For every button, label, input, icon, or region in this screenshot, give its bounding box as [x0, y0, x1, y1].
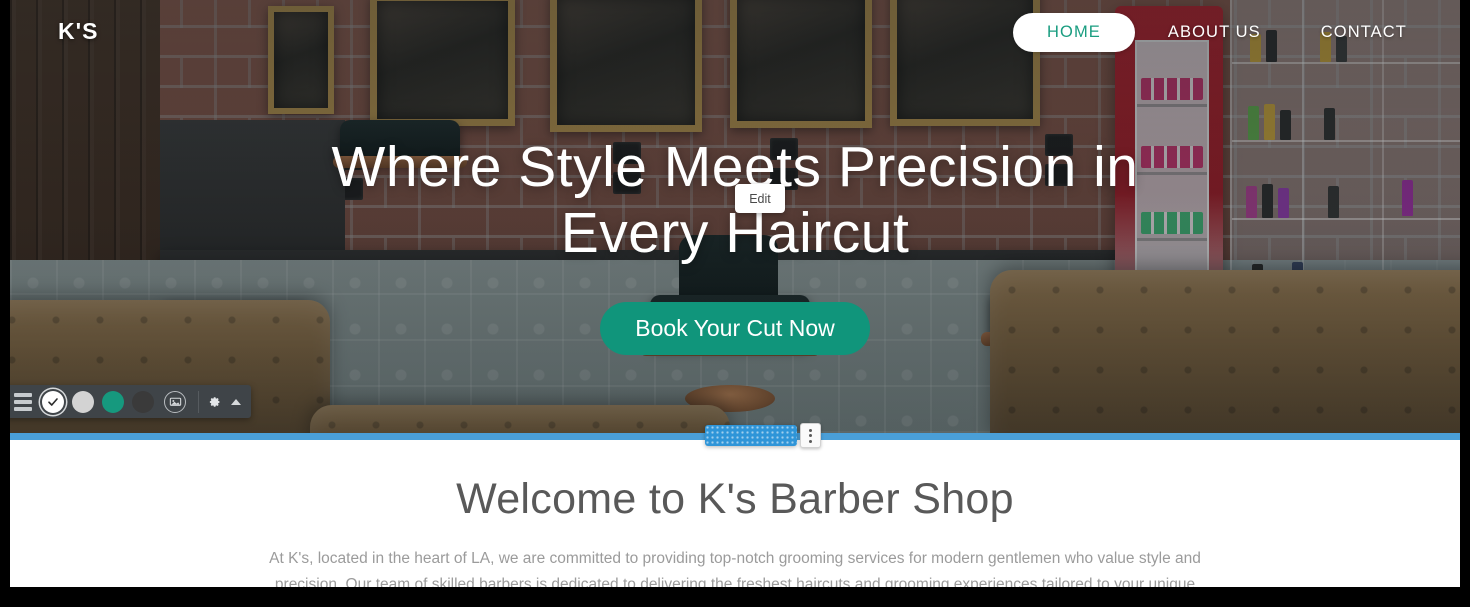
color-swatch-dark-gray[interactable] [132, 390, 154, 413]
gear-icon[interactable] [206, 394, 222, 410]
color-swatch-light-gray[interactable] [72, 390, 94, 413]
nav-item-contact[interactable]: CONTACT [1294, 13, 1434, 52]
section-resize-handle[interactable] [705, 425, 797, 446]
toolbar-divider [198, 390, 199, 413]
color-swatch-white[interactable] [42, 390, 64, 413]
editor-toolbar [10, 385, 251, 418]
nav-item-home[interactable]: HOME [1013, 13, 1135, 52]
caret-up-icon[interactable] [231, 398, 241, 405]
layers-icon[interactable] [14, 392, 32, 411]
edit-tooltip[interactable]: Edit [735, 184, 785, 213]
image-icon-glyph [169, 397, 181, 406]
site-logo[interactable]: K'S [58, 18, 98, 45]
welcome-title[interactable]: Welcome to K's Barber Shop [10, 475, 1460, 524]
hero-content: Where Style Meets Precision in Every Hai… [10, 134, 1460, 356]
site-preview-canvas: K'S HOME ABOUT US CONTACT Where Style Me… [10, 0, 1460, 587]
book-now-button[interactable]: Book Your Cut Now [600, 302, 870, 356]
image-icon[interactable] [164, 390, 186, 413]
nav-item-about-us[interactable]: ABOUT US [1141, 13, 1288, 52]
color-swatch-teal[interactable] [102, 390, 124, 413]
section-options-button[interactable] [800, 423, 821, 448]
check-icon [48, 397, 58, 406]
bottom-black-bar [0, 587, 1470, 607]
hero-section: K'S HOME ABOUT US CONTACT Where Style Me… [10, 0, 1460, 433]
screen: K'S HOME ABOUT US CONTACT Where Style Me… [0, 0, 1470, 607]
welcome-body-text[interactable]: At K's, located in the heart of LA, we a… [260, 546, 1210, 587]
gear-icon-glyph [209, 396, 220, 407]
welcome-section: Welcome to K's Barber Shop At K's, locat… [10, 440, 1460, 587]
site-navigation: HOME ABOUT US CONTACT [1013, 13, 1434, 52]
